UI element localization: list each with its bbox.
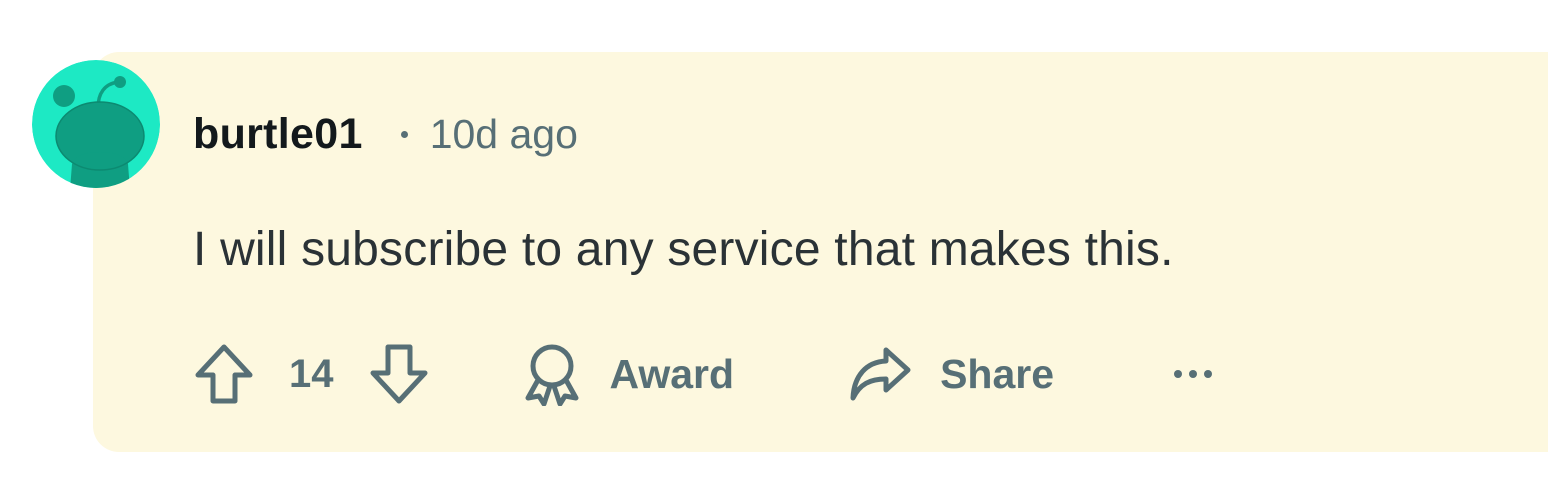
share-arrow-icon bbox=[850, 347, 911, 401]
share-label: Share bbox=[940, 350, 1055, 397]
comment-timestamp[interactable]: 10d ago bbox=[430, 111, 578, 158]
award-label: Award bbox=[609, 350, 735, 397]
snoo-avatar-icon bbox=[32, 60, 160, 188]
user-avatar[interactable] bbox=[32, 60, 160, 188]
more-options-icon bbox=[1174, 370, 1213, 378]
upvote-arrow-icon bbox=[195, 344, 253, 404]
downvote-arrow-icon bbox=[370, 344, 427, 404]
vote-score: 14 bbox=[289, 351, 334, 396]
upvote-button[interactable] bbox=[193, 342, 255, 406]
award-ribbon-icon bbox=[525, 344, 578, 406]
share-button[interactable]: Share bbox=[848, 344, 1054, 404]
award-button[interactable]: Award bbox=[522, 342, 735, 406]
comment-header: burtle01 10d ago bbox=[193, 108, 578, 160]
username-link[interactable]: burtle01 bbox=[193, 110, 363, 159]
more-options-button[interactable] bbox=[1172, 368, 1214, 380]
comment-body: I will subscribe to any service that mak… bbox=[193, 223, 1174, 276]
downvote-button[interactable] bbox=[368, 342, 430, 406]
comment-actions: 14 Award Share bbox=[193, 338, 1214, 410]
separator-dot bbox=[400, 130, 408, 138]
